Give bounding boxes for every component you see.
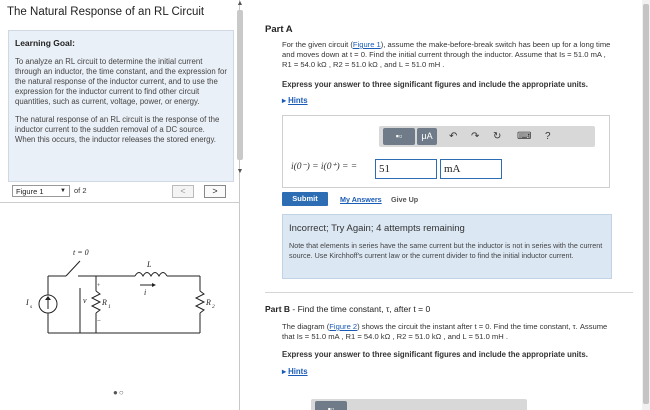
part-b-math-toolbar: ▪▫ xyxy=(311,399,527,410)
part-a-question: For the given circuit (Figure 1), assume… xyxy=(282,40,612,70)
figure-viewer: t = 0 L I s R 1 R 2 v i + − xyxy=(0,202,240,410)
feedback-box: Incorrect; Try Again; 4 attempts remaini… xyxy=(282,214,612,279)
voltage-label: v xyxy=(83,296,87,305)
template-icon[interactable]: ▪▫ xyxy=(315,401,347,410)
source-label: I xyxy=(25,298,29,307)
figure-1-link[interactable]: Figure 1 xyxy=(353,40,381,49)
submit-button[interactable]: Submit xyxy=(282,192,328,206)
part-a-hints-label: Hints xyxy=(288,96,308,105)
math-toolbar: ▪▫ μA ↶ ↷ ↻ ⌨ ? xyxy=(379,126,595,147)
main-panel: Part A For the given circuit (Figure 1),… xyxy=(248,0,642,410)
mu-a-units-icon[interactable]: μA xyxy=(417,128,437,145)
part-b-question: The diagram (Figure 2) shows the circuit… xyxy=(282,322,612,342)
equation-label: i(0⁻) = i(0⁺) = = xyxy=(291,162,358,172)
page-title: The Natural Response of an RL Circuit xyxy=(7,6,205,18)
figure-2-link[interactable]: Figure 2 xyxy=(329,322,357,331)
learning-goal-heading: Learning Goal: xyxy=(15,38,75,48)
r1-label: R xyxy=(101,298,107,307)
learning-goal-box: Learning Goal: To analyze an RL circuit … xyxy=(8,30,234,182)
figure-carousel-dots[interactable]: ●○ xyxy=(113,388,125,397)
inductor-label: L xyxy=(146,260,152,269)
left-panel: The Natural Response of an RL Circuit Le… xyxy=(0,0,243,410)
part-b-question-pre: The diagram ( xyxy=(282,322,330,331)
part-b-heading-rest: - Find the time constant, τ, after t = 0 xyxy=(290,304,431,314)
figure-navigation: Figure 1 ▼ of 2 < > xyxy=(8,185,230,199)
learning-goal-text-2: The natural response of an RL circuit is… xyxy=(15,114,220,144)
chevron-down-icon: ▼ xyxy=(60,188,66,194)
rl-circuit-diagram: t = 0 L I s R 1 R 2 v i + − xyxy=(25,248,215,334)
help-icon[interactable]: ? xyxy=(545,129,551,144)
part-b-instruction: Express your answer to three significant… xyxy=(282,350,588,359)
main-scrollbar[interactable] xyxy=(642,0,650,410)
answer-box: ▪▫ μA ↶ ↷ ↻ ⌨ ? i(0⁻) = i(0⁺) = = 51 mA xyxy=(282,115,610,188)
part-a-heading: Part A xyxy=(265,24,293,35)
next-figure-button[interactable]: > xyxy=(204,185,226,198)
minus-label: − xyxy=(97,317,101,325)
answer-unit-input[interactable]: mA xyxy=(440,159,502,179)
prev-figure-button[interactable]: < xyxy=(172,185,194,198)
keyboard-icon[interactable]: ⌨ xyxy=(517,129,531,144)
answer-value-input[interactable]: 51 xyxy=(375,159,437,179)
current-label: i xyxy=(144,288,146,297)
source-label-sub: s xyxy=(30,304,32,310)
scroll-up-icon[interactable]: ▲ xyxy=(236,0,244,8)
part-a-instruction: Express your answer to three significant… xyxy=(282,80,588,89)
switch-label: t = 0 xyxy=(73,248,89,257)
my-answers-link[interactable]: My Answers xyxy=(340,195,382,204)
left-scrollbar-thumb[interactable] xyxy=(237,10,243,160)
feedback-title: Incorrect; Try Again; 4 attempts remaini… xyxy=(289,223,465,234)
part-a-question-pre: For the given circuit ( xyxy=(282,40,353,49)
figure-select[interactable]: Figure 1 ▼ xyxy=(12,185,70,197)
feedback-body: Note that elements in series have the sa… xyxy=(289,241,603,260)
template-icon[interactable]: ▪▫ xyxy=(383,128,415,145)
figure-select-value: Figure 1 xyxy=(16,187,44,196)
undo-icon[interactable]: ↶ xyxy=(449,129,457,144)
part-b-hints-label: Hints xyxy=(288,367,308,376)
part-b-hints-link[interactable]: ▸ Hints xyxy=(282,367,308,376)
part-a-hints-link[interactable]: ▸ Hints xyxy=(282,96,308,105)
r1-label-sub: 1 xyxy=(108,304,111,310)
left-scrollbar[interactable]: ▲ ▼ xyxy=(236,0,244,182)
r2-label: R xyxy=(205,298,211,307)
part-b-heading-bold: Part B xyxy=(265,304,291,314)
reset-icon[interactable]: ↻ xyxy=(493,129,501,144)
r2-label-sub: 2 xyxy=(212,304,215,310)
part-b-heading: Part B - Find the time constant, τ, afte… xyxy=(265,304,430,314)
learning-goal-text: To analyze an RL circuit to determine th… xyxy=(15,57,227,107)
give-up-link[interactable]: Give Up xyxy=(391,195,418,204)
section-divider xyxy=(265,292,633,293)
figure-count: of 2 xyxy=(74,186,87,195)
scroll-down-icon[interactable]: ▼ xyxy=(236,168,244,176)
plus-label: + xyxy=(97,283,101,289)
main-scrollbar-thumb[interactable] xyxy=(643,4,649,404)
redo-icon[interactable]: ↷ xyxy=(471,129,479,144)
